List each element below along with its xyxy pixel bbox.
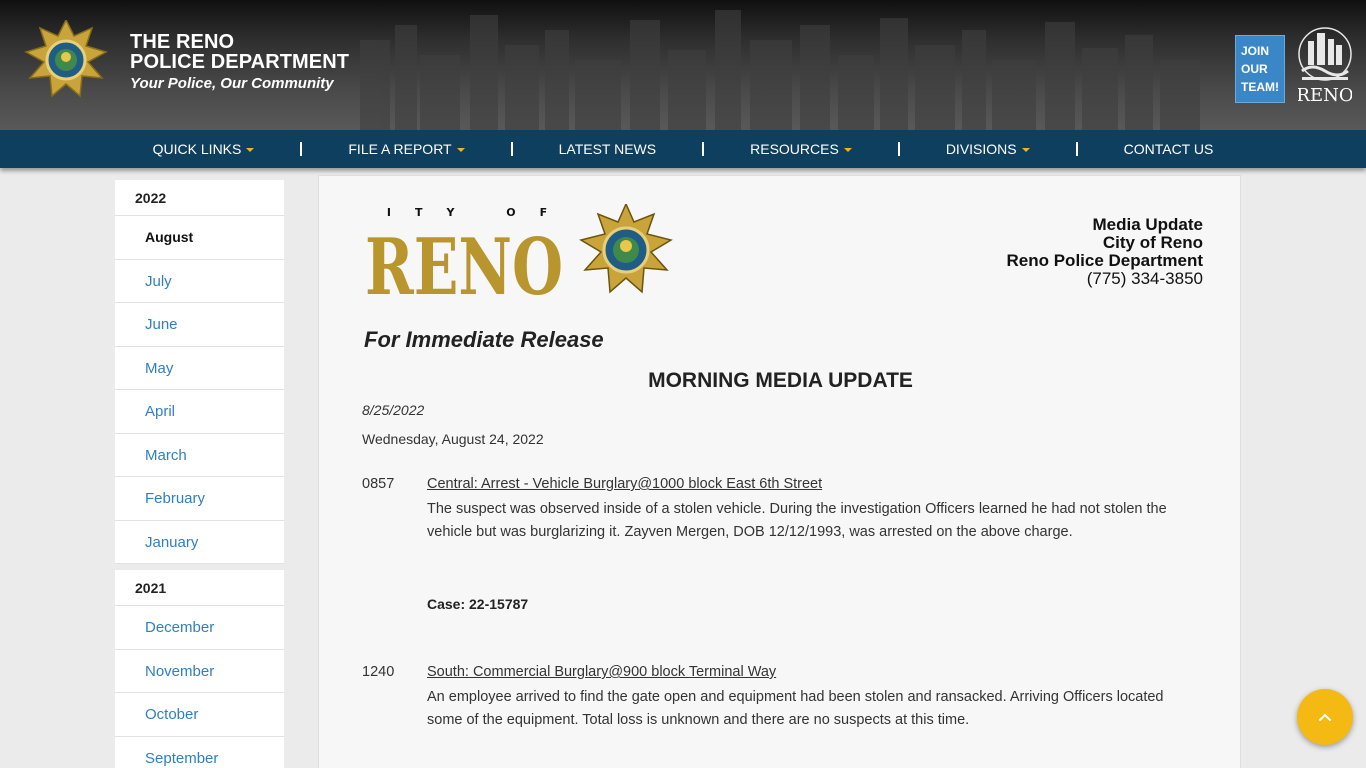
page-title: MORNING MEDIA UPDATE <box>648 369 913 392</box>
report-date: Wednesday, August 24, 2022 <box>362 431 544 447</box>
month-link[interactable]: March <box>115 434 284 477</box>
department-title[interactable]: THE RENO POLICE DEPARTMENT <box>130 32 349 72</box>
phone-number: (775) 334-3850 <box>1086 269 1203 288</box>
month-link[interactable]: May <box>115 347 284 390</box>
archive-sidebar: 2022 August July June May April March Fe… <box>115 180 284 768</box>
nav-latest-news-label: LATEST NEWS <box>558 141 657 157</box>
join-label-1: JOIN <box>1241 44 1270 58</box>
nav-contact-us-label: CONTACT US <box>1123 141 1214 157</box>
month-link[interactable]: December <box>115 606 284 650</box>
nav-quick-links[interactable]: QUICK LINKS <box>153 130 255 168</box>
nav-divider <box>300 142 303 156</box>
nav-quick-links-label: QUICK LINKS <box>152 141 242 157</box>
caret-down-icon <box>456 148 465 152</box>
month-link[interactable]: July <box>115 260 284 303</box>
press-release-content: CITY OF RENO Media Update City of Reno R… <box>318 175 1241 768</box>
month-link[interactable]: September <box>115 737 284 768</box>
nav-divider <box>702 142 705 156</box>
nav-resources-label: RESOURCES <box>750 141 839 157</box>
month-link[interactable]: April <box>115 390 284 434</box>
caret-down-icon <box>1021 148 1030 152</box>
incident-title: South: Commercial Burglary@900 block Ter… <box>427 664 777 680</box>
nav-divisions[interactable]: DIVISIONS <box>946 130 1030 168</box>
nav-latest-news[interactable]: LATEST NEWS <box>559 130 657 168</box>
nav-file-a-report[interactable]: FILE A REPORT <box>348 130 465 168</box>
year-block-2022: 2022 August July June May April March Fe… <box>115 180 284 564</box>
incident-title: Central: Arrest - Vehicle Burglary@1000 … <box>427 476 823 492</box>
nav-file-a-report-label: FILE A REPORT <box>348 141 452 157</box>
nav-contact-us[interactable]: CONTACT US <box>1124 130 1214 168</box>
svg-text:RENO: RENO <box>1298 85 1352 105</box>
scroll-to-top-button[interactable] <box>1297 689 1353 745</box>
nav-divider <box>897 142 900 156</box>
incident-time: 0857 <box>362 476 395 492</box>
month-link[interactable]: November <box>115 650 284 693</box>
city-label: City of Reno <box>1102 233 1203 252</box>
nav-resources[interactable]: RESOURCES <box>750 130 852 168</box>
nav-divider <box>1075 142 1078 156</box>
police-badge-icon[interactable] <box>24 20 108 102</box>
incident-description: An employee arrived to find the gate ope… <box>427 689 1164 728</box>
main-nav: QUICK LINKS FILE A REPORT LATEST NEWS RE… <box>0 130 1366 168</box>
title-line-2: POLICE DEPARTMENT <box>130 51 350 73</box>
caret-down-icon <box>843 148 852 152</box>
join-label-2: OUR <box>1241 62 1268 76</box>
nav-divider <box>510 142 513 156</box>
caret-down-icon <box>246 148 255 152</box>
month-link[interactable]: January <box>115 521 284 564</box>
case-number: Case: 22-15787 <box>427 596 529 612</box>
incident-description: The suspect was observed inside of a sto… <box>427 501 1167 540</box>
year-heading[interactable]: 2021 <box>115 570 284 606</box>
release-label: For Immediate Release <box>364 327 604 352</box>
nav-divisions-label: DIVISIONS <box>945 141 1017 157</box>
city-of-reno-logo[interactable]: RENO <box>1298 27 1352 105</box>
month-link[interactable]: October <box>115 693 284 737</box>
city-of-reno-wordmark-logo: CITY OF RENO <box>363 204 673 302</box>
month-link[interactable]: June <box>115 303 284 347</box>
year-heading[interactable]: 2022 <box>115 180 284 216</box>
media-contact-box: Media Update City of Reno Reno Police De… <box>1007 216 1204 288</box>
incident-time: 1240 <box>362 664 395 680</box>
site-header: THE RENO POLICE DEPARTMENT Your Police, … <box>0 0 1366 130</box>
logo-top-text: CITY OF <box>363 206 571 219</box>
logo-reno-text: RENO <box>365 222 563 302</box>
join-our-team-button[interactable]: JOIN OUR TEAM! <box>1235 35 1285 103</box>
month-link-active[interactable]: August <box>115 216 284 260</box>
title-line-1: THE RENO <box>130 31 235 53</box>
department-label: Reno Police Department <box>1006 251 1204 270</box>
media-update-label: Media Update <box>1092 215 1203 234</box>
join-label-3: TEAM! <box>1241 80 1279 94</box>
year-block-2021: 2021 December November October September <box>115 570 284 768</box>
chevron-up-icon <box>1319 713 1331 721</box>
publish-date: 8/25/2022 <box>362 402 425 418</box>
tagline: Your Police, Our Community <box>130 75 334 92</box>
month-link[interactable]: February <box>115 477 284 521</box>
